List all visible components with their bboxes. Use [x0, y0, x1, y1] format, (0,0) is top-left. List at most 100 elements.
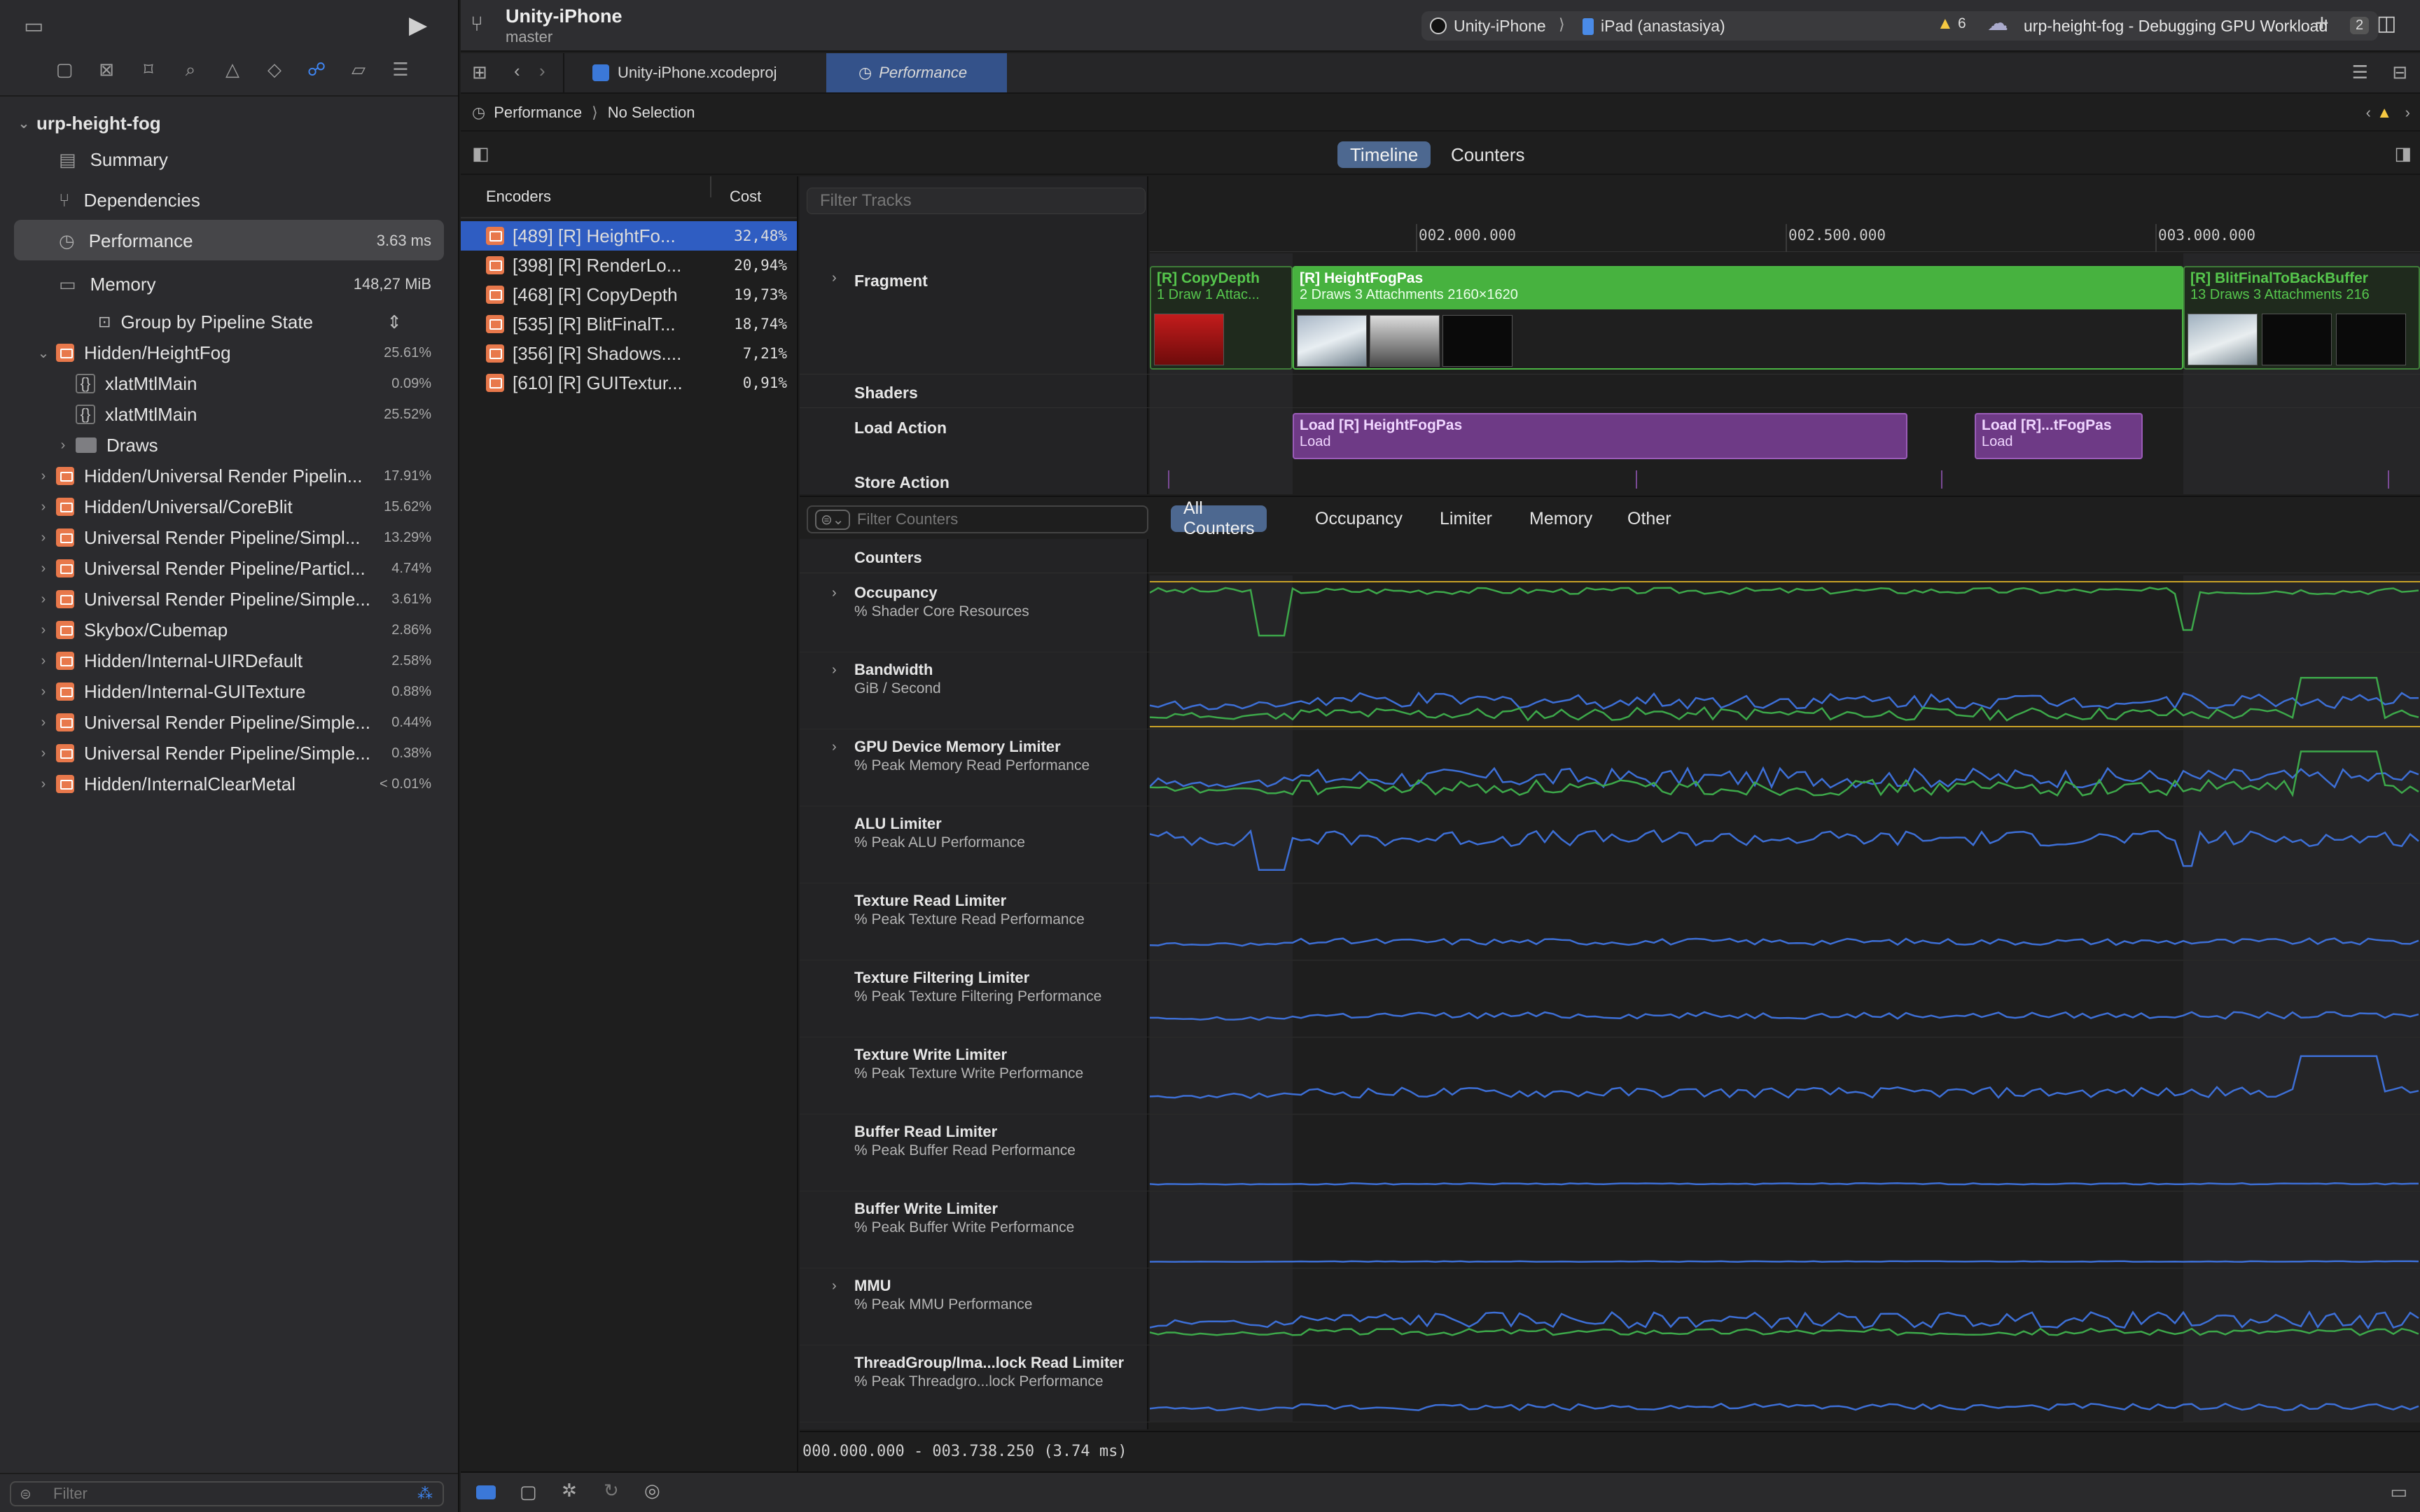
chevron-right-icon[interactable]: ›: [832, 662, 837, 678]
reload-icon[interactable]: ↻: [604, 1480, 619, 1502]
nav-item-dependencies[interactable]: ⑂ Dependencies: [0, 185, 458, 216]
console-toggle-icon[interactable]: ▭: [2390, 1481, 2407, 1503]
counter-filter-limiter[interactable]: Limiter: [1427, 505, 1505, 532]
hide-encoders-icon[interactable]: ◧: [472, 143, 489, 164]
tree-item[interactable]: › Hidden/Universal Render Pipelin... 17.91…: [0, 461, 458, 491]
attachment-thumbnail[interactable]: [1370, 315, 1440, 367]
breakpoint-icon[interactable]: ▱: [338, 59, 380, 87]
tree-item[interactable]: › Skybox/Cubemap 2.86%: [0, 615, 458, 645]
counters-mode-button[interactable]: Counters: [1438, 141, 1538, 168]
cloud-icon[interactable]: ☁: [1987, 11, 2008, 36]
compass-icon[interactable]: ◎: [644, 1480, 660, 1502]
chevron-right-icon[interactable]: ›: [36, 653, 50, 669]
column-header-cost[interactable]: Cost: [730, 188, 761, 206]
find-icon[interactable]: ⌕: [169, 59, 211, 87]
back-icon[interactable]: ‹: [514, 60, 520, 82]
filter-tracks-field[interactable]: Filter Tracks: [807, 188, 1146, 214]
store-action-marker[interactable]: [2388, 470, 2389, 489]
sidebar-filter-field[interactable]: ⊜ Filter ⁂: [10, 1481, 444, 1506]
chevron-right-icon[interactable]: ›: [832, 1278, 837, 1294]
nav-item-memory[interactable]: ▭ Memory 148,27 MiB: [0, 269, 458, 300]
tree-item[interactable]: › Universal Render Pipeline/Simpl... 13.29…: [0, 522, 458, 553]
tree-item[interactable]: › Draws: [0, 430, 458, 461]
nav-item-performance[interactable]: ◷ Performance 3.63 ms: [0, 225, 458, 256]
debug-area-toggle-icon[interactable]: [476, 1485, 496, 1499]
previous-issue-icon[interactable]: ‹: [2366, 104, 2371, 122]
tree-item[interactable]: › Hidden/InternalClearMetal < 0.01%: [0, 769, 458, 799]
filter-options-icon[interactable]: ⁂: [417, 1485, 433, 1503]
counter-filter-other[interactable]: Other: [1615, 505, 1684, 532]
frame-icon[interactable]: ▢: [520, 1481, 537, 1503]
folder-icon[interactable]: ▢: [43, 59, 85, 87]
counter-filter-occupancy[interactable]: Occupancy: [1302, 505, 1415, 532]
tree-item[interactable]: {} xlatMtlMain 25.52%: [0, 399, 458, 430]
chevron-right-icon[interactable]: ›: [36, 530, 50, 546]
tree-item[interactable]: {} xlatMtlMain 0.09%: [0, 368, 458, 399]
nav-item-summary[interactable]: ▤ Summary: [0, 144, 458, 175]
tree-item[interactable]: › Universal Render Pipeline/Simple... 0.38…: [0, 738, 458, 769]
tab-xcodeproj[interactable]: Unity-iPhone.xcodeproj: [563, 53, 829, 92]
inspector-panel-icon[interactable]: ◨: [2394, 143, 2412, 164]
load-action-block[interactable]: Load [R] HeightFogPas Load: [1293, 413, 1907, 459]
project-root[interactable]: ⌄ urp-height-fog: [0, 108, 458, 139]
attachment-thumbnail[interactable]: [2262, 314, 2332, 365]
jumpbar-item[interactable]: No Selection: [608, 104, 695, 122]
encoder-row[interactable]: [356] [R] Shadows.... 7,21%: [461, 339, 797, 368]
chevron-down-icon[interactable]: ⌄: [36, 344, 50, 362]
chevron-right-icon[interactable]: ›: [36, 746, 50, 762]
source-control-icon[interactable]: ⊠: [85, 59, 127, 87]
chevron-right-icon[interactable]: ›: [36, 468, 50, 484]
chevron-right-icon[interactable]: ›: [832, 585, 837, 601]
jumpbar-item[interactable]: Performance: [494, 104, 582, 122]
tree-item[interactable]: ⌄ Hidden/HeightFog 25.61%: [0, 337, 458, 368]
test-icon[interactable]: ◇: [253, 59, 295, 87]
forward-icon[interactable]: ›: [539, 60, 545, 82]
next-issue-icon[interactable]: ›: [2405, 104, 2410, 122]
filter-counters-field[interactable]: ⊜⌄ Filter Counters: [807, 505, 1148, 533]
encoder-row[interactable]: [398] [R] RenderLo... 20,94%: [461, 251, 797, 280]
run-icon[interactable]: ▶: [409, 11, 427, 39]
chevron-right-icon[interactable]: ›: [36, 622, 50, 638]
tree-item[interactable]: › Universal Render Pipeline/Particl... 4.7…: [0, 553, 458, 584]
column-header-encoders[interactable]: Encoders: [486, 188, 551, 206]
attachment-thumbnail[interactable]: [2336, 314, 2406, 365]
store-action-marker[interactable]: [1168, 470, 1169, 489]
encoder-block-copydepth[interactable]: [R] CopyDepth 1 Draw 1 Attac...: [1150, 266, 1293, 370]
encoder-row[interactable]: [468] [R] CopyDepth 19,73%: [461, 280, 797, 309]
attachment-thumbnail[interactable]: [2188, 314, 2258, 365]
tree-item[interactable]: › Universal Render Pipeline/Simple... 3.61…: [0, 584, 458, 615]
encoder-row[interactable]: [489] [R] HeightFo... 32,48%: [461, 221, 797, 251]
debug-icon[interactable]: ✲: [562, 1480, 577, 1502]
chevron-right-icon[interactable]: ›: [36, 715, 50, 731]
inspector-toggle-icon[interactable]: ◫: [2377, 11, 2396, 36]
tree-item[interactable]: › Universal Render Pipeline/Simple... 0.44…: [0, 707, 458, 738]
chevron-right-icon[interactable]: ›: [36, 561, 50, 577]
chevron-down-icon[interactable]: ⌄: [17, 115, 31, 132]
device-name[interactable]: iPad (anastasiya): [1601, 17, 1725, 36]
counter-filter-all-counters[interactable]: All Counters: [1171, 498, 1267, 538]
store-action-marker[interactable]: [1941, 470, 1942, 489]
encoder-row[interactable]: [610] [R] GUITextur... 0,91%: [461, 368, 797, 398]
chevron-right-icon[interactable]: ›: [832, 270, 837, 286]
debug-icon[interactable]: ☍: [295, 59, 338, 87]
tree-item[interactable]: › Hidden/Internal-GUITexture 0.88%: [0, 676, 458, 707]
tab-performance[interactable]: ◷ Performance: [826, 53, 1007, 92]
add-icon[interactable]: +: [2315, 10, 2329, 37]
counter-graphs[interactable]: [1150, 575, 2420, 1422]
attachment-thumbnail[interactable]: [1154, 314, 1224, 365]
branch-name[interactable]: master: [506, 28, 552, 46]
warning-icon[interactable]: ▲: [1937, 14, 1954, 34]
editor-options-icon[interactable]: ☰: [2352, 62, 2368, 83]
encoder-block-heightfog[interactable]: [R] HeightFogPas 2 Draws 3 Attachments 2…: [1293, 266, 2183, 370]
encoder-block-blitfinal[interactable]: [R] BlitFinalToBackBuffer 13 Draws 3 Att…: [2183, 266, 2420, 370]
attachment-thumbnail[interactable]: [1297, 315, 1367, 367]
scheme-name[interactable]: Unity-iPhone: [1454, 17, 1546, 36]
warning-icon[interactable]: ▲: [2377, 104, 2392, 122]
tree-item[interactable]: › Hidden/Internal-UIRDefault 2.58%: [0, 645, 458, 676]
split-editor-icon[interactable]: ⊟: [2392, 62, 2407, 83]
report-icon[interactable]: ☰: [380, 59, 422, 87]
issue-icon[interactable]: △: [211, 59, 253, 87]
chevron-right-icon[interactable]: ›: [36, 684, 50, 700]
attachment-thumbnail[interactable]: [1442, 315, 1512, 367]
sidebar-toggle-icon[interactable]: ▭: [24, 14, 43, 38]
